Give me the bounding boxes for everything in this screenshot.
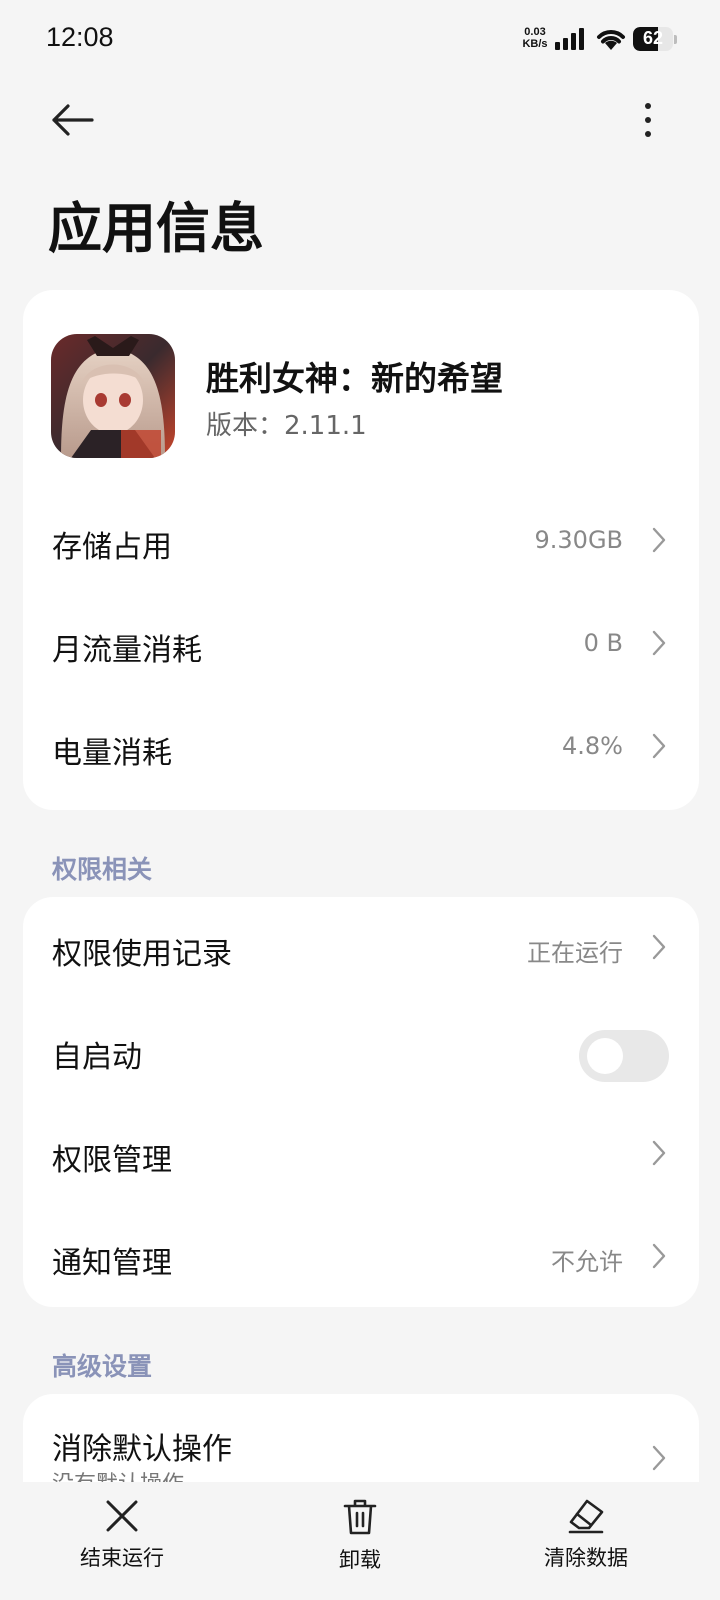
app-name: 胜利女神：新的希望 [206,359,503,398]
bottom-action-label: 卸载 [339,1548,381,1572]
row-label: 通知管理 [52,1246,172,1281]
row-label: 消除默认操作 [52,1432,232,1467]
row-label: 自启动 [52,1040,142,1075]
app-icon [51,334,175,458]
row-label: 电量消耗 [52,736,172,771]
row-value: 正在运行 [527,939,623,967]
trash-icon [343,1499,377,1535]
autostart-row: 自启动 [23,1000,699,1100]
permission-usage-row[interactable]: 权限使用记录 正在运行 [23,897,699,997]
more-options-button[interactable] [628,98,668,142]
chevron-right-icon [652,1445,666,1471]
status-time: 12:08 [46,22,114,52]
back-button[interactable] [44,98,100,142]
close-icon [106,1500,138,1532]
eraser-icon [568,1499,604,1534]
signal-icon [555,28,584,50]
row-label: 月流量消耗 [52,633,202,668]
data-usage-row[interactable]: 月流量消耗 0 B [23,593,699,693]
force-stop-button[interactable]: 结束运行 [42,1482,202,1600]
permission-management-row[interactable]: 权限管理 [23,1103,699,1203]
notification-management-row[interactable]: 通知管理 不允许 [23,1206,699,1306]
bottom-action-bar: 结束运行 卸载 清除数据 [0,1482,720,1600]
clear-data-button[interactable]: 清除数据 [506,1482,666,1600]
row-label: 权限使用记录 [52,937,232,972]
toolbar [0,90,720,150]
chevron-right-icon [652,934,666,960]
row-value: 4.8% [562,732,623,760]
battery-icon: 62 [633,27,677,51]
permissions-card: 权限使用记录 正在运行 自启动 权限管理 通知管理 不允许 [23,897,699,1307]
chevron-right-icon [652,733,666,759]
row-value: 0 B [583,629,623,657]
row-label: 权限管理 [52,1143,172,1178]
battery-level-text: 62 [642,28,664,48]
storage-row[interactable]: 存储占用 9.30GB [23,490,699,590]
section-header-advanced: 高级设置 [52,1352,153,1381]
network-speed: 0.03 KB/s [518,26,552,50]
chevron-right-icon [652,527,666,553]
bottom-action-label: 清除数据 [544,1546,628,1570]
section-header-permissions: 权限相关 [52,855,153,884]
chevron-right-icon [652,1243,666,1269]
uninstall-button[interactable]: 卸载 [280,1482,440,1600]
arrow-left-icon [52,104,94,136]
bottom-action-label: 结束运行 [80,1546,164,1570]
app-info-card: 胜利女神：新的希望 版本：2.11.1 存储占用 9.30GB 月流量消耗 0 … [23,290,699,810]
more-vertical-icon [645,103,651,137]
row-value: 不允许 [551,1248,623,1276]
page-title: 应用信息 [48,197,264,260]
status-bar: 12:08 0.03 KB/s 62 [0,0,720,80]
network-speed-value: 0.03 [524,26,546,38]
chevron-right-icon [652,1140,666,1166]
toggle-knob [587,1038,623,1074]
autostart-toggle[interactable] [579,1030,669,1082]
row-value: 9.30GB [534,526,624,554]
app-version: 版本：2.11.1 [206,411,367,441]
chevron-right-icon [652,630,666,656]
wifi-icon [597,30,625,50]
row-label: 存储占用 [52,530,172,565]
battery-usage-row[interactable]: 电量消耗 4.8% [23,696,699,796]
network-speed-unit: KB/s [522,38,548,50]
